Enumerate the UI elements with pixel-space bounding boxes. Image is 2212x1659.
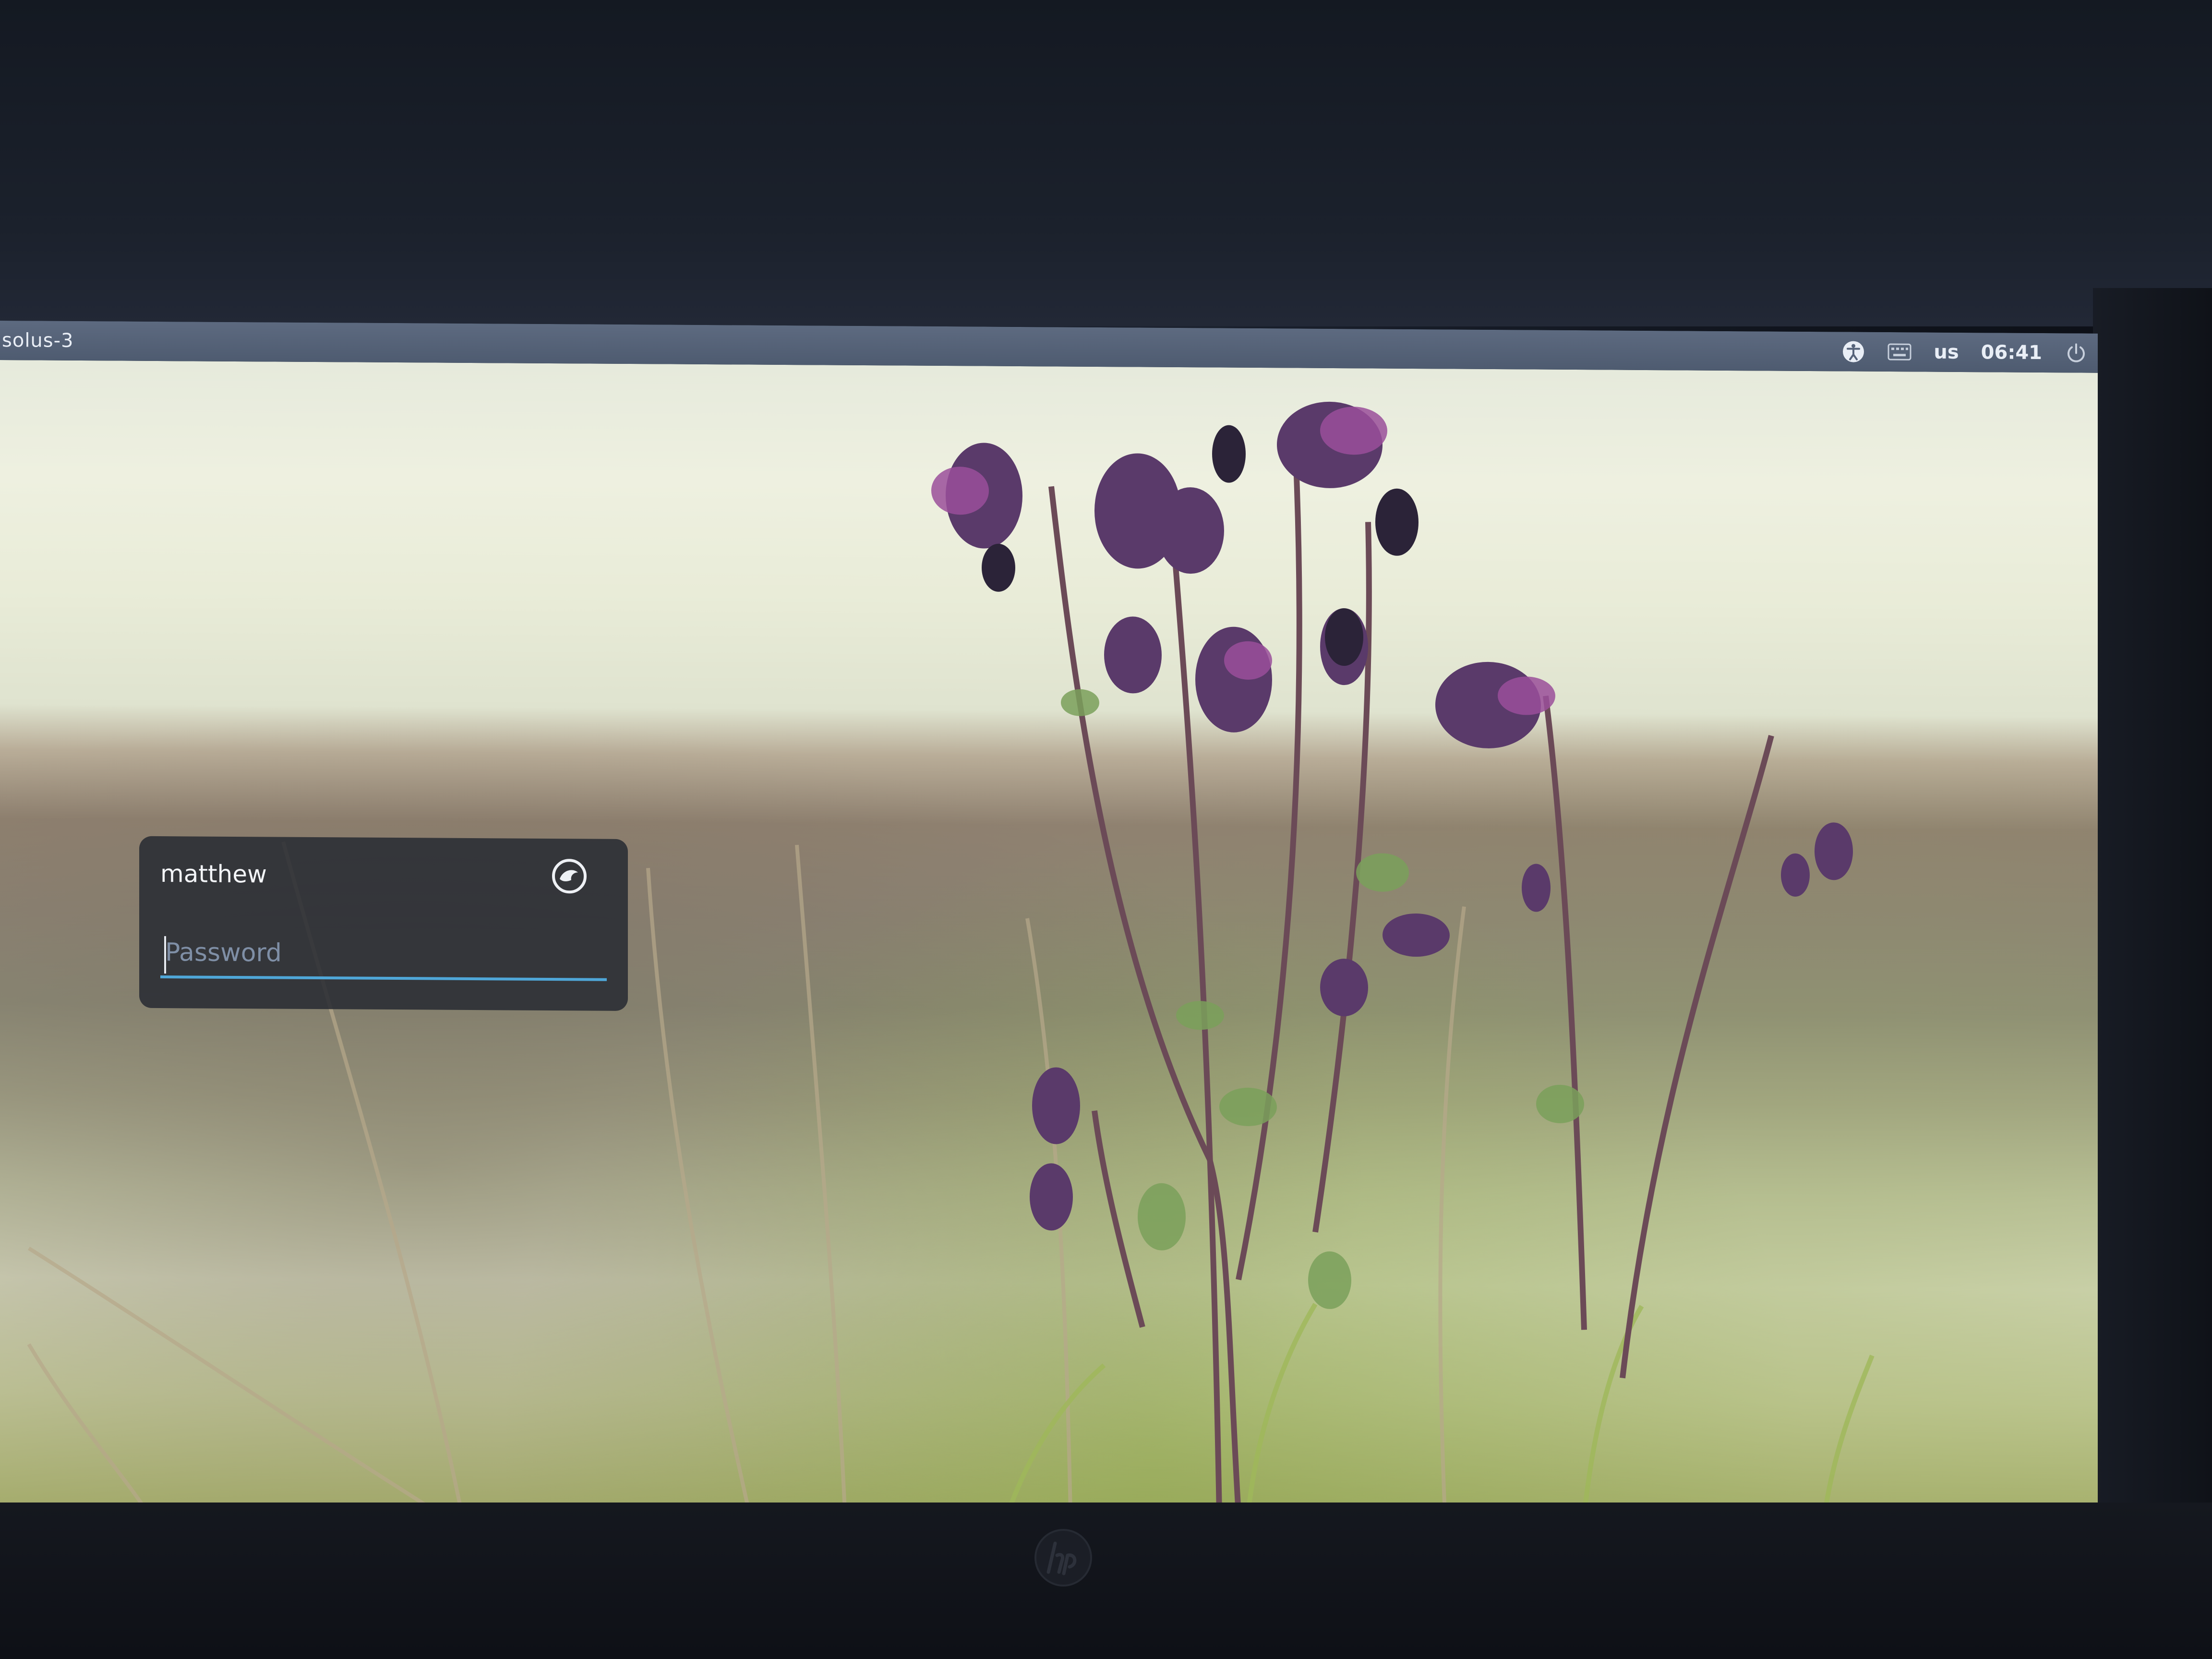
clock-label: 06:41 bbox=[1981, 341, 2042, 364]
power-icon[interactable] bbox=[2064, 341, 2088, 365]
text-caret bbox=[164, 936, 166, 974]
session-selector-button[interactable] bbox=[551, 858, 588, 894]
panel-indicators: us 06:41 bbox=[1841, 339, 2088, 365]
monitor-bezel-right bbox=[2093, 288, 2212, 1536]
solus-session-icon bbox=[552, 859, 587, 894]
accessibility-icon[interactable] bbox=[1841, 339, 1865, 363]
hp-logo-icon bbox=[1034, 1529, 1092, 1587]
monitor-bezel-top bbox=[0, 0, 2212, 326]
keyboard-layout-label[interactable]: us bbox=[1934, 341, 1959, 363]
username-row: matthew bbox=[160, 850, 607, 901]
monitor-bezel-bottom bbox=[0, 1503, 2212, 1659]
hostname-label: solus-3 bbox=[2, 329, 74, 352]
password-input[interactable] bbox=[160, 930, 607, 977]
login-card: matthew bbox=[139, 836, 628, 1011]
username-label[interactable]: matthew bbox=[160, 860, 267, 888]
password-field-container bbox=[160, 930, 607, 981]
keyboard-icon[interactable] bbox=[1887, 340, 1911, 364]
login-screen: solus-3 us 06:41 matthew bbox=[0, 321, 2098, 1519]
